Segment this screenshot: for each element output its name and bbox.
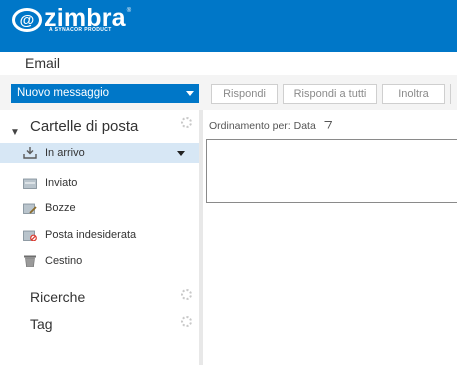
logo-tagline: A SYNACOR PRODUCT [49, 27, 112, 33]
searches-gear-icon[interactable] [181, 289, 192, 300]
folder-drafts[interactable]: Bozze [0, 198, 199, 218]
forward-button[interactable]: Inoltra [382, 84, 445, 104]
trash-icon [24, 255, 36, 267]
mail-folders-label: Cartelle di posta [30, 118, 139, 135]
folder-sent[interactable]: Inviato [0, 173, 199, 193]
tab-contacts[interactable]: Contatti [68, 52, 158, 75]
collapse-triangle-icon[interactable]: ▼ [10, 122, 20, 144]
zimbra-logo[interactable]: @ zimbra ® [12, 6, 131, 38]
folder-inbox[interactable]: In arrivo [0, 143, 199, 163]
folder-label: Inviato [45, 177, 78, 189]
tab-email[interactable]: Email [16, 52, 69, 75]
svg-text:@: @ [20, 12, 35, 29]
tab-preferences[interactable]: Preferenze [320, 52, 405, 75]
folder-label: Cestino [45, 255, 83, 267]
sort-label: Ordinamento per: Data [209, 120, 316, 132]
folder-label: In arrivo [45, 147, 85, 159]
mail-folders-gear-icon[interactable] [181, 117, 192, 128]
zimbra-logo-icon: @ [12, 8, 42, 32]
new-message-button[interactable]: Nuovo messaggio [11, 84, 199, 103]
tab-calendar[interactable]: Agenda [158, 52, 236, 75]
tags-gear-icon[interactable] [181, 316, 192, 327]
new-message-dropdown-icon[interactable] [186, 91, 194, 96]
tags-header[interactable]: Tag [30, 314, 53, 334]
mail-folders-header[interactable]: ▼ Cartelle di posta [0, 116, 199, 138]
searches-header[interactable]: Ricerche [30, 287, 85, 307]
junk-folder-icon [23, 230, 37, 241]
toolbar-separator [450, 84, 451, 104]
app-header: @ zimbra ® A SYNACOR PRODUCT [0, 0, 457, 52]
message-list[interactable] [206, 139, 457, 203]
sort-direction-icon[interactable] [324, 121, 332, 129]
logo-trademark: ® [126, 8, 132, 14]
new-message-label: Nuovo messaggio [17, 87, 110, 99]
folder-label: Posta indesiderata [45, 229, 137, 241]
folder-trash[interactable]: Cestino [0, 251, 199, 271]
folder-junk[interactable]: Posta indesiderata [0, 225, 199, 245]
app-tabs: Email Contatti Agenda Impegni Preferenze [0, 52, 457, 75]
inbox-icon [23, 147, 37, 159]
reply-all-button[interactable]: Rispondi a tutti [283, 84, 377, 104]
folder-label: Bozze [45, 202, 76, 214]
drafts-folder-icon [23, 203, 37, 214]
tab-tasks[interactable]: Impegni [237, 52, 321, 75]
sent-folder-icon [23, 178, 37, 189]
folder-dropdown-icon[interactable] [177, 151, 185, 156]
sort-bar[interactable]: Ordinamento per: Data [203, 114, 457, 138]
reply-button[interactable]: Rispondi [211, 84, 278, 104]
